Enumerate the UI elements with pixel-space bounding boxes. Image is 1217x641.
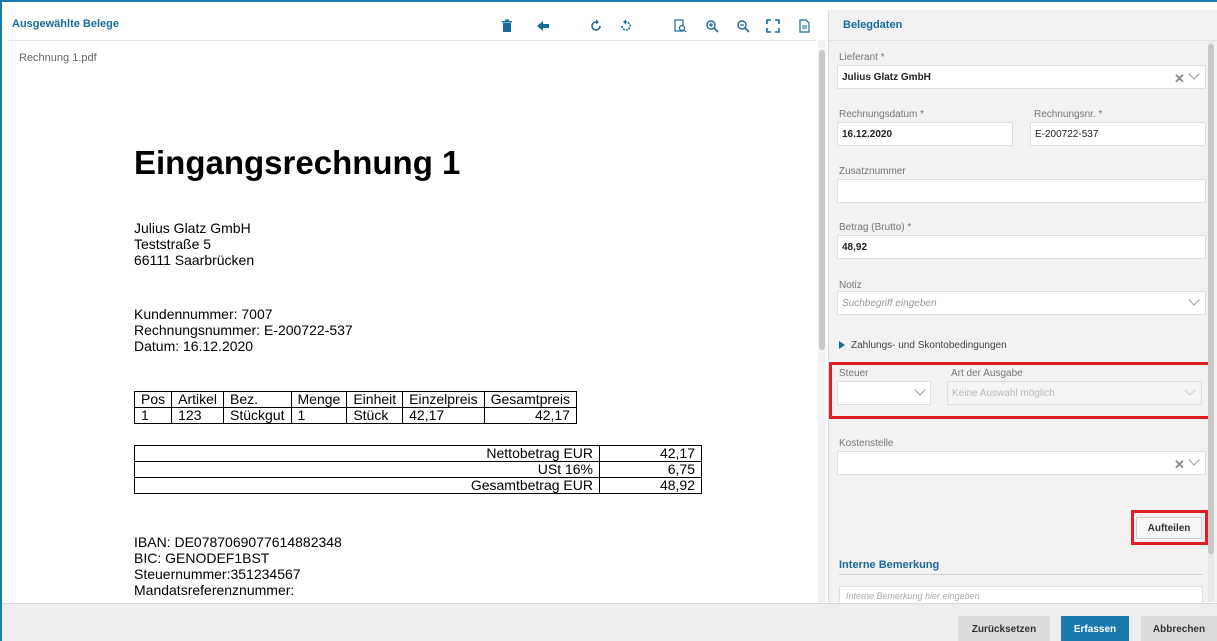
arrow-left-icon[interactable]	[534, 16, 552, 36]
table-header-cell: Bez.	[223, 391, 292, 408]
sum-value: 42,17	[599, 445, 702, 462]
fit-page-icon[interactable]	[671, 16, 689, 36]
rechnungsdatum-label: Rechnungsdatum *	[839, 109, 925, 120]
lieferant-label: Lieferant *	[839, 52, 885, 63]
panel-scrollbar-thumb[interactable]	[1208, 44, 1214, 554]
table-header-cell: Gesamtpreis	[483, 391, 577, 408]
table-cell: 42,17	[483, 407, 577, 424]
zahlungsbedingungen-label: Zahlungs- und Skontobedingungen	[851, 340, 1007, 351]
sum-label: Gesamtbetrag EUR	[134, 477, 600, 494]
rotate-ccw-icon[interactable]	[617, 16, 635, 36]
kostenstelle-label: Kostenstelle	[839, 438, 894, 449]
highlight-box-steuer	[829, 362, 1212, 419]
cancel-button[interactable]: Abbrechen	[1141, 616, 1217, 641]
document-icon[interactable]	[795, 16, 813, 36]
address-line: 66111 Saarbrücken	[134, 252, 255, 268]
footer-bar: Zurücksetzen Erfassen Abbrechen	[2, 603, 1217, 641]
table-cell: Stückgut	[223, 407, 292, 424]
meta-line: Datum: 16.12.2020	[134, 338, 254, 354]
divider	[829, 40, 1217, 41]
betrag-value: 48,92	[842, 242, 868, 253]
lieferant-field[interactable]: Julius Glatz GmbH ✕	[837, 65, 1206, 89]
bank-line: Steuernummer:351234567	[134, 566, 301, 582]
betrag-label: Betrag (Brutto) *	[839, 222, 912, 233]
table-cell: 123	[171, 407, 225, 424]
table-header-cell: Artikel	[171, 391, 225, 408]
betrag-field[interactable]: 48,92	[837, 235, 1206, 259]
invoice-meta: Kundennummer: 7007 Rechnungsnummer: E-20…	[134, 306, 353, 354]
address-line: Julius Glatz GmbH	[134, 220, 251, 236]
table-cell: 42,17	[402, 407, 485, 424]
sum-label: Nettobetrag EUR	[134, 445, 600, 462]
lieferant-value: Julius Glatz GmbH	[842, 72, 931, 83]
rotate-cw-icon[interactable]	[587, 16, 605, 36]
table-header-cell: Menge	[290, 391, 348, 408]
divider	[8, 40, 816, 41]
notiz-select[interactable]: Suchbegriff eingeben	[837, 291, 1206, 315]
reset-button[interactable]: Zurücksetzen	[958, 616, 1050, 641]
divider	[839, 574, 1203, 575]
panel-title: Belegdaten	[843, 19, 903, 31]
sum-label: USt 16%	[134, 461, 600, 478]
meta-line: Rechnungsnummer: E-200722-537	[134, 322, 353, 338]
rechnungsdatum-value: 16.12.2020	[842, 129, 893, 140]
submit-button[interactable]: Erfassen	[1061, 616, 1129, 641]
interne-bemerkung-textarea[interactable]: Interne Bemerkung hier eingeben	[839, 586, 1203, 602]
table-header-row: Pos Artikel Bez. Menge Einheit Einzelpre…	[133, 391, 577, 408]
zusatznummer-label: Zusatznummer	[839, 166, 906, 177]
table-header-cell: Einheit	[346, 391, 404, 408]
sum-row: USt 16% 6,75	[134, 461, 702, 478]
bank-line: Mandatsreferenznummer:	[134, 582, 295, 598]
fullscreen-icon[interactable]	[764, 16, 782, 36]
trash-icon[interactable]	[498, 16, 516, 36]
interne-bemerkung-heading: Interne Bemerkung	[839, 559, 940, 571]
address-line: Teststraße 5	[134, 236, 212, 252]
chevron-down-icon[interactable]	[1188, 294, 1200, 306]
zahlungsbedingungen-toggle[interactable]: Zahlungs- und Skontobedingungen	[839, 340, 1007, 351]
zusatznummer-field[interactable]	[837, 179, 1206, 203]
kostenstelle-select[interactable]: ✕	[837, 451, 1206, 475]
viewer-scrollbar-thumb[interactable]	[819, 50, 825, 350]
zoom-in-icon[interactable]	[703, 16, 721, 36]
highlight-box-aufteilen	[1131, 510, 1208, 545]
bank-line: BIC: GENODEF1BST	[134, 550, 270, 566]
table-header-cell: Einzelpreis	[402, 391, 485, 408]
zoom-out-icon[interactable]	[734, 16, 752, 36]
chevron-down-icon[interactable]	[1188, 454, 1200, 466]
rechnungsnr-label: Rechnungsnr. *	[1034, 109, 1103, 120]
sum-row: Gesamtbetrag EUR 48,92	[134, 477, 702, 494]
table-cell: 1	[133, 407, 173, 424]
document-filename: Rechnung 1.pdf	[19, 52, 97, 64]
rechnungsnr-value: E-200722-537	[1035, 129, 1099, 140]
notiz-label: Notiz	[839, 280, 862, 291]
clear-icon[interactable]: ✕	[1174, 457, 1185, 473]
invoice-address: Julius Glatz GmbH Teststraße 5 66111 Saa…	[134, 220, 254, 268]
items-table: Pos Artikel Bez. Menge Einheit Einzelpre…	[133, 391, 577, 424]
sum-value: 48,92	[599, 477, 702, 494]
table-row: 1 123 Stückgut 1 Stück 42,17 42,17	[133, 407, 577, 424]
rechnungsdatum-field[interactable]: 16.12.2020	[837, 122, 1013, 146]
viewer-title: Ausgewählte Belege	[12, 18, 119, 30]
sum-row: Nettobetrag EUR 42,17	[134, 445, 702, 462]
sum-table: Nettobetrag EUR 42,17 USt 16% 6,75 Gesam…	[134, 445, 702, 494]
table-header-cell: Pos	[133, 391, 173, 408]
clear-icon[interactable]: ✕	[1174, 71, 1185, 87]
meta-line: Kundennummer: 7007	[134, 306, 273, 322]
sum-value: 6,75	[599, 461, 702, 478]
document-viewer: Ausgewählte Belege Rechnung 1.pdf Eingan…	[8, 10, 828, 602]
interne-bemerkung-placeholder: Interne Bemerkung hier eingeben	[846, 591, 980, 601]
bank-details: IBAN: DE07870690776148823​48 BIC: GENODE…	[134, 534, 342, 598]
chevron-down-icon[interactable]	[1188, 68, 1200, 80]
rechnungsnr-field[interactable]: E-200722-537	[1030, 122, 1206, 146]
notiz-placeholder: Suchbegriff eingeben	[842, 298, 937, 309]
bank-line: IBAN: DE07870690776148823​48	[134, 534, 342, 550]
caret-right-icon	[839, 341, 845, 349]
belegdaten-panel: Belegdaten Lieferant * Julius Glatz GmbH…	[828, 10, 1217, 602]
table-cell: Stück	[346, 407, 404, 424]
invoice-title: Eingangsrechnung 1	[134, 144, 461, 181]
table-cell: 1	[290, 407, 348, 424]
